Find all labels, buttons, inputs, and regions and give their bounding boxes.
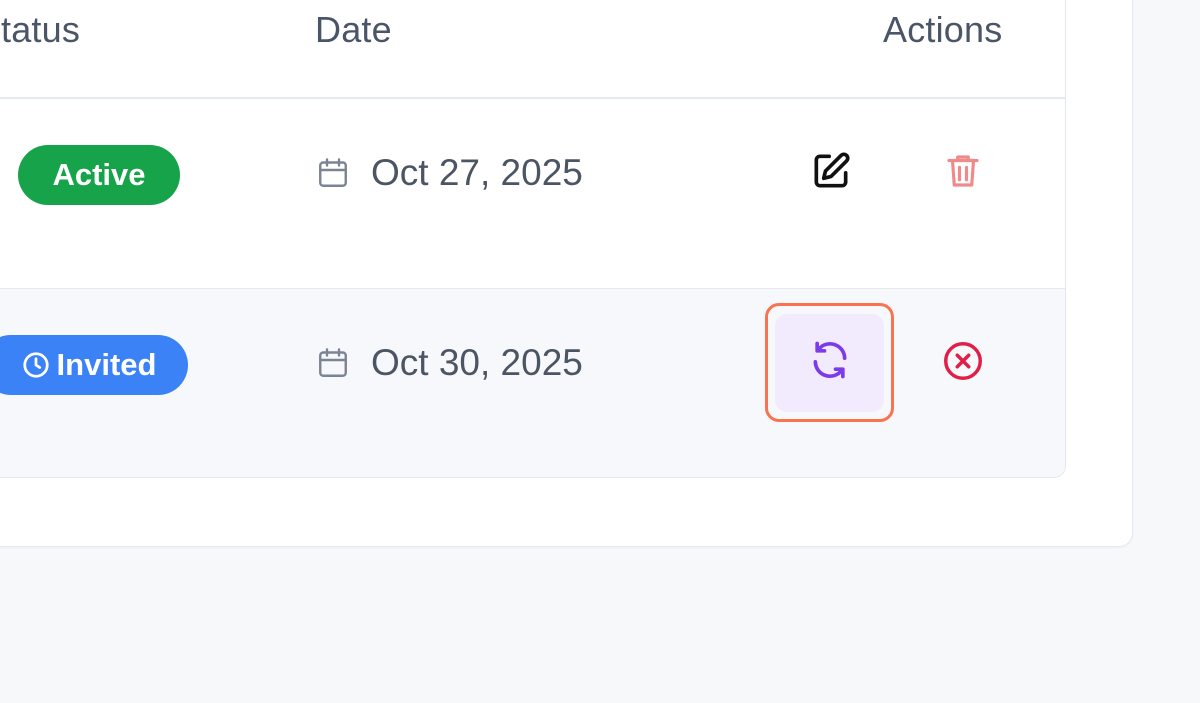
header-status: tatus — [1, 9, 81, 50]
status-badge-active: Active — [18, 145, 180, 205]
cancel-invite-button[interactable] — [931, 331, 995, 395]
x-circle-icon — [940, 338, 986, 389]
delete-button[interactable] — [931, 141, 995, 205]
header-actions: Actions — [883, 9, 1003, 50]
members-table: tatus Date Actions Active Oct 27, 2025 I… — [0, 0, 1066, 478]
date-text: Oct 27, 2025 — [371, 152, 583, 193]
table-row: Invited Oct 30, 2025 — [0, 289, 1065, 477]
header-date: Date — [315, 9, 392, 50]
date-cell: Oct 27, 2025 — [315, 151, 583, 195]
table-row: Active Oct 27, 2025 — [0, 99, 1065, 290]
calendar-icon — [315, 345, 351, 381]
clock-icon — [21, 350, 51, 380]
refresh-icon — [808, 338, 852, 387]
resend-invite-button[interactable] — [775, 313, 884, 412]
calendar-icon — [315, 155, 351, 191]
trash-icon — [942, 150, 984, 197]
resend-highlight — [765, 303, 894, 422]
table-header: tatus Date Actions — [0, 0, 1065, 99]
status-badge-label: Active — [52, 157, 146, 192]
date-cell: Oct 30, 2025 — [315, 341, 583, 385]
edit-button[interactable] — [799, 141, 863, 205]
status-badge-invited: Invited — [0, 335, 188, 395]
edit-icon — [809, 149, 853, 198]
date-text: Oct 30, 2025 — [371, 342, 583, 383]
status-badge-label: Invited — [56, 347, 157, 382]
